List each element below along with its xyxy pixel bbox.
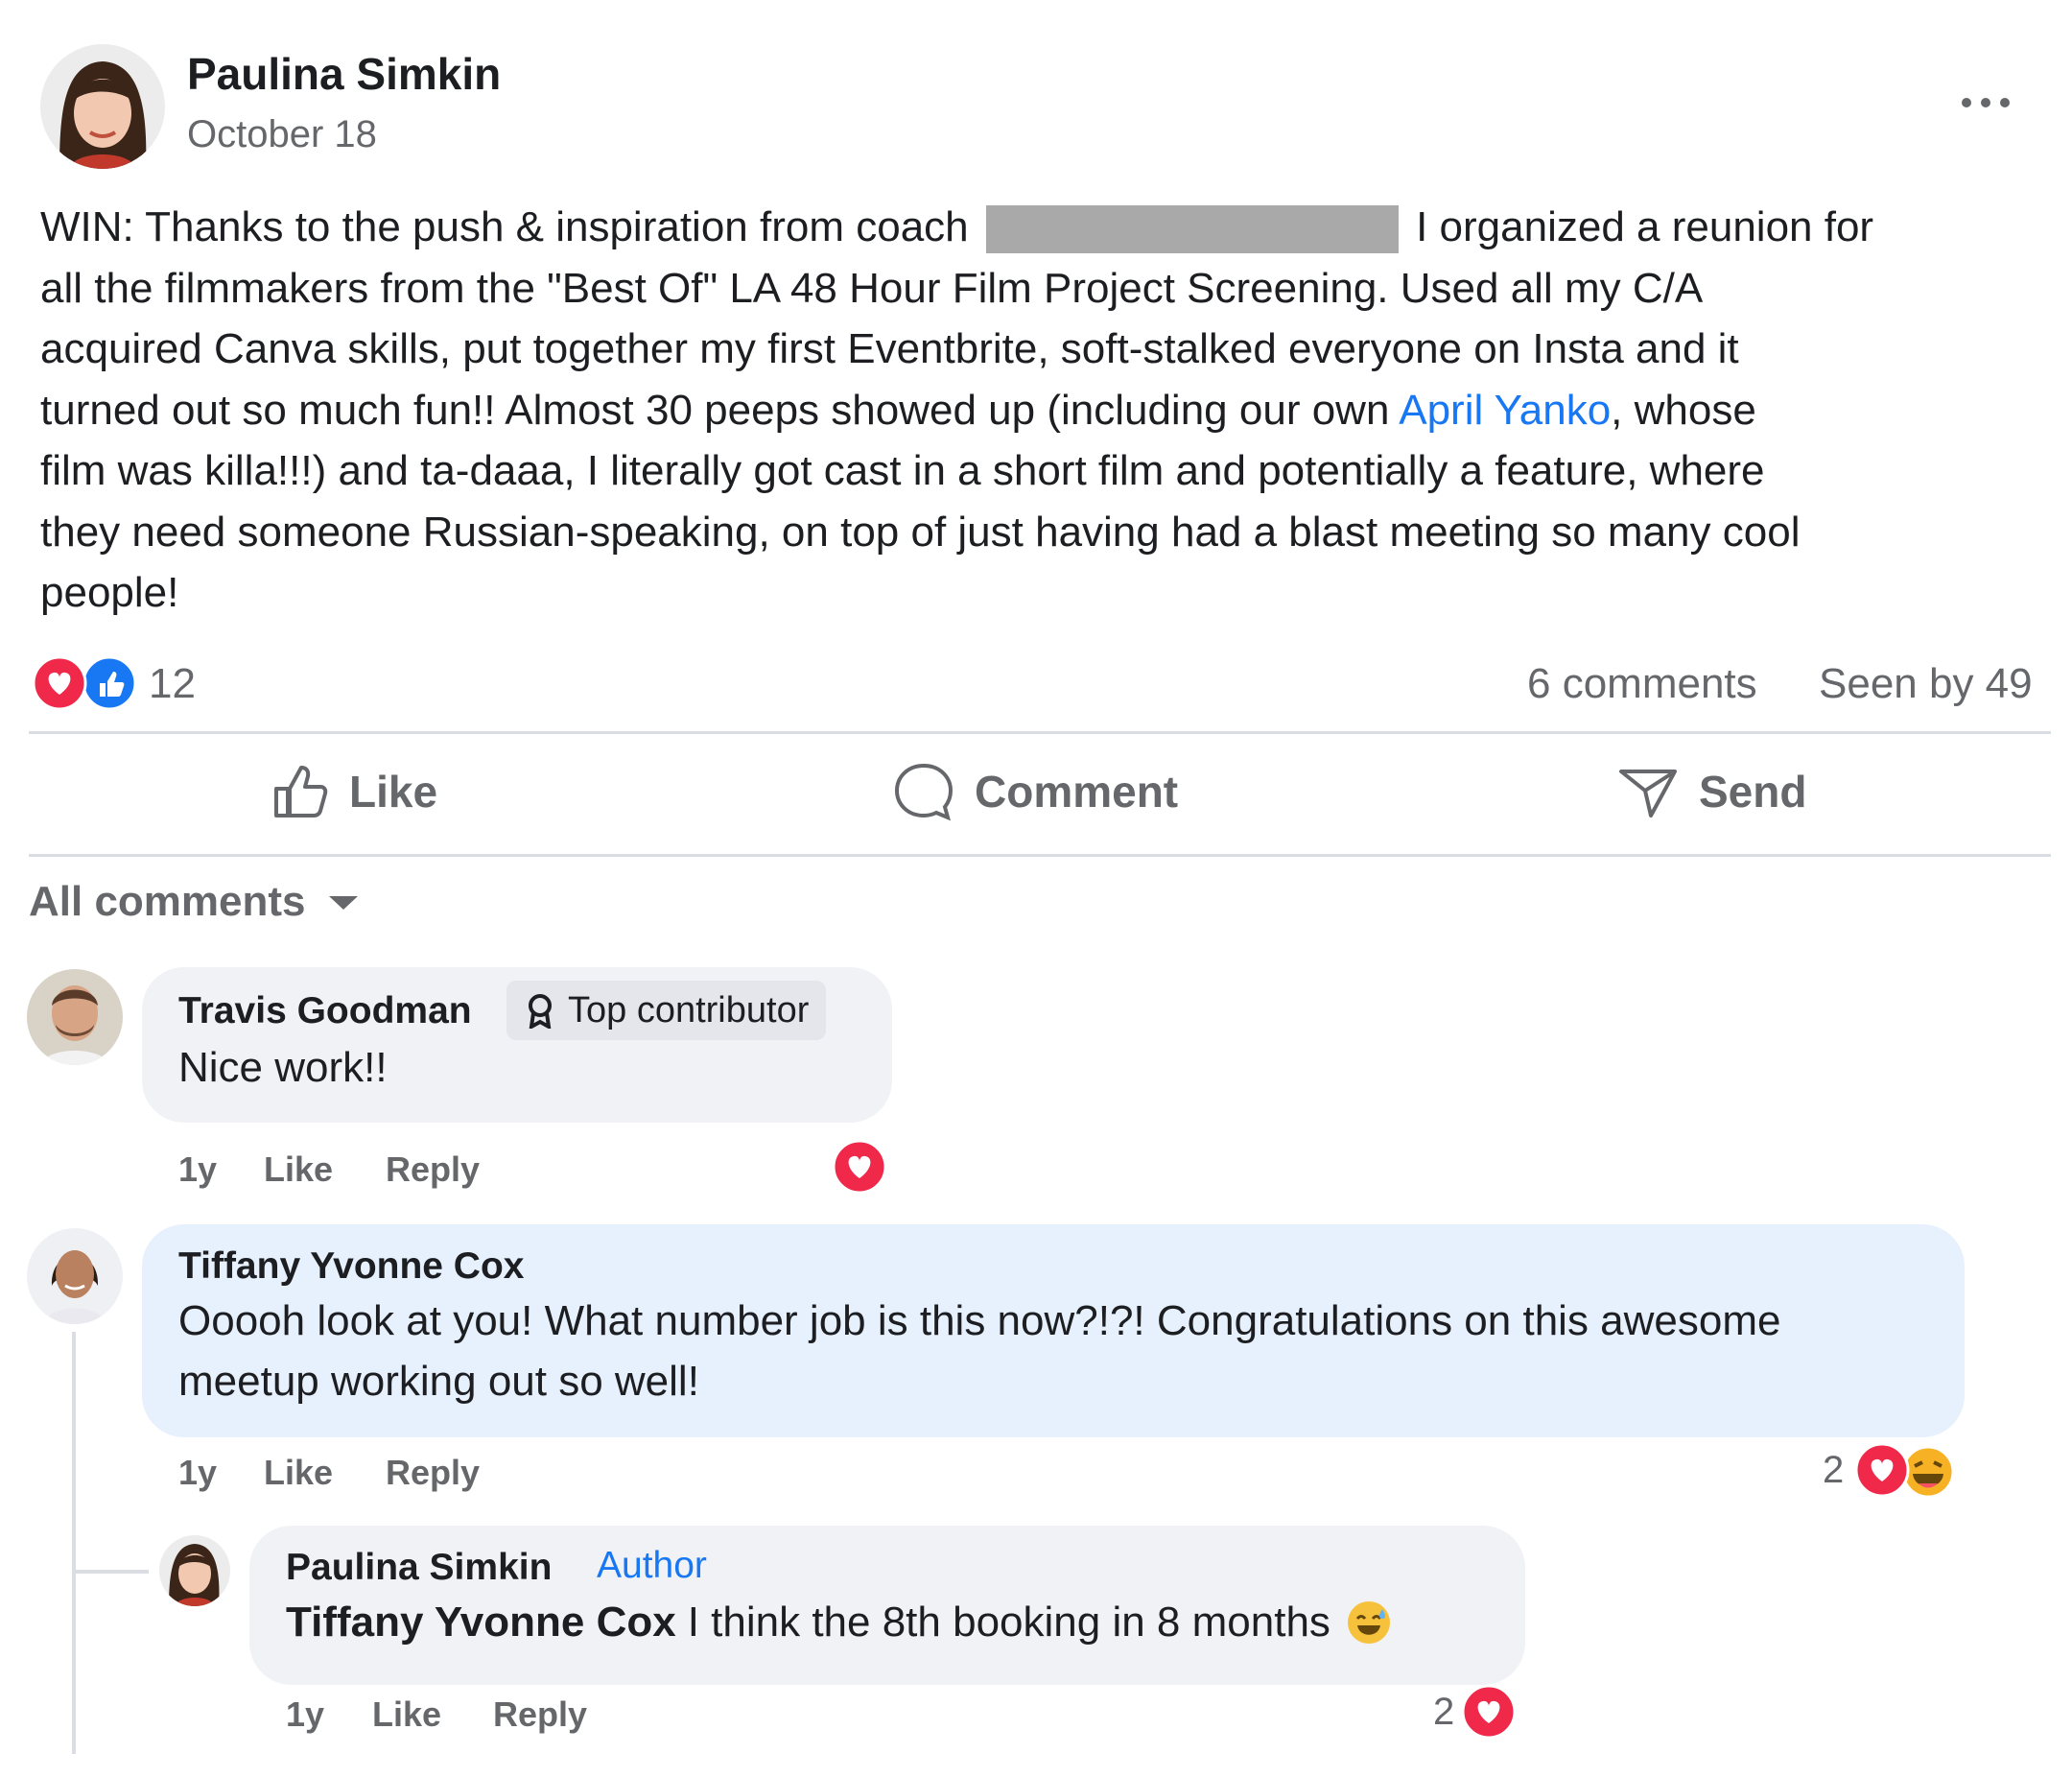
post-body-line-1: WIN: Thanks to the push & inspiration fr…: [40, 197, 2036, 258]
comment-text-tiffany-1: Ooooh look at you! What number job is th…: [178, 1297, 1781, 1344]
comment-time-3[interactable]: 1y: [286, 1694, 324, 1735]
post-body-line-3: acquired Canva skills, put together my f…: [40, 325, 1739, 372]
send-button[interactable]: Send: [1616, 758, 1806, 825]
caret-down-icon: [327, 892, 360, 912]
comment-like-1[interactable]: Like: [264, 1149, 333, 1190]
divider-top: [29, 731, 2051, 734]
post-text-line4a: turned out so much fun!! Almost 30 peeps…: [40, 386, 1390, 434]
comment-author-travis[interactable]: Travis Goodman: [178, 990, 472, 1032]
comment-reply-1[interactable]: Reply: [386, 1149, 480, 1190]
reaction-count[interactable]: 12: [149, 660, 196, 708]
post-date[interactable]: October 18: [187, 113, 377, 156]
like-label: Like: [349, 767, 438, 817]
divider-bottom: [29, 854, 2051, 857]
thread-branch: [72, 1570, 149, 1574]
commenter-avatar-tiffany[interactable]: [27, 1228, 123, 1324]
love-reaction-icon[interactable]: [831, 1138, 888, 1196]
comment-reaction-count-3[interactable]: 2: [1433, 1691, 1454, 1734]
reply-text: I think the 8th booking in 8 months: [687, 1599, 1330, 1646]
comment-reaction-count-2[interactable]: 2: [1823, 1449, 1844, 1492]
like-button[interactable]: Like: [269, 758, 437, 825]
seen-by[interactable]: Seen by 49: [1819, 660, 2033, 708]
top-contributor-label: Top contributor: [568, 989, 810, 1031]
post-text-part1: WIN: Thanks to the push & inspiration fr…: [40, 203, 969, 250]
comment-text-tiffany-2: meetup working out so well!: [178, 1358, 699, 1405]
thumbs-up-icon: [269, 760, 332, 823]
thread-line: [72, 1332, 76, 1754]
post-body-line-5: film was killa!!!) and ta-daaa, I litera…: [40, 447, 1765, 494]
comment-time-1[interactable]: 1y: [178, 1149, 217, 1190]
top-contributor-badge[interactable]: Top contributor: [506, 981, 827, 1040]
post-author-name[interactable]: Paulina Simkin: [187, 48, 501, 100]
reaction-icons[interactable]: [31, 654, 138, 712]
love-reaction-icon-3[interactable]: [1460, 1683, 1518, 1741]
send-icon: [1616, 760, 1680, 823]
comment-text-travis: Nice work!!: [178, 1044, 388, 1091]
all-comments-filter[interactable]: All comments: [29, 873, 360, 931]
post-body: WIN: Thanks to the push & inspiration fr…: [40, 197, 2036, 624]
comments-count[interactable]: 6 comments: [1527, 660, 1757, 708]
author-badge: Author: [597, 1545, 707, 1586]
comment-text-paulina: Tiffany Yvonne Cox I think the 8th booki…: [286, 1599, 1392, 1647]
comment-like-3[interactable]: Like: [372, 1694, 441, 1735]
comment-author-tiffany[interactable]: Tiffany Yvonne Cox: [178, 1245, 524, 1288]
post-text-line4b: , whose: [1611, 386, 1756, 434]
comment-reply-3[interactable]: Reply: [493, 1694, 587, 1735]
post-body-line-2: all the filmmakers from the "Best Of" LA…: [40, 264, 1704, 312]
all-comments-label: All comments: [29, 878, 306, 925]
comment-time-2[interactable]: 1y: [178, 1453, 217, 1493]
more-horizontal-icon[interactable]: [1957, 88, 2014, 117]
reply-mention[interactable]: Tiffany Yvonne Cox: [286, 1599, 676, 1647]
post-text-part2: I organized a reunion for: [1416, 203, 1874, 250]
mention-link[interactable]: April Yanko: [1399, 387, 1611, 434]
speech-bubble-icon: [892, 760, 955, 823]
comment-author-paulina[interactable]: Paulina Simkin: [286, 1547, 552, 1589]
comment-button[interactable]: Comment: [892, 758, 1178, 825]
post-author-avatar[interactable]: [40, 44, 165, 169]
post-body-line-6: they need someone Russian-speaking, on t…: [40, 508, 1801, 556]
send-label: Send: [1699, 767, 1807, 817]
comment-label: Comment: [975, 767, 1179, 817]
grinning-sweat-emoji-icon: [1346, 1599, 1392, 1646]
commenter-avatar-paulina[interactable]: [159, 1535, 230, 1606]
love-haha-reaction-icons[interactable]: [1851, 1441, 1957, 1499]
redacted-name: [985, 205, 1399, 254]
comment-reply-2[interactable]: Reply: [386, 1453, 480, 1493]
badge-icon: [524, 992, 556, 1031]
post-body-line-7: people!: [40, 569, 179, 616]
commenter-avatar-travis[interactable]: [27, 969, 123, 1065]
comment-like-2[interactable]: Like: [264, 1453, 333, 1493]
post-body-line-4: turned out so much fun!! Almost 30 peeps…: [40, 380, 2036, 441]
